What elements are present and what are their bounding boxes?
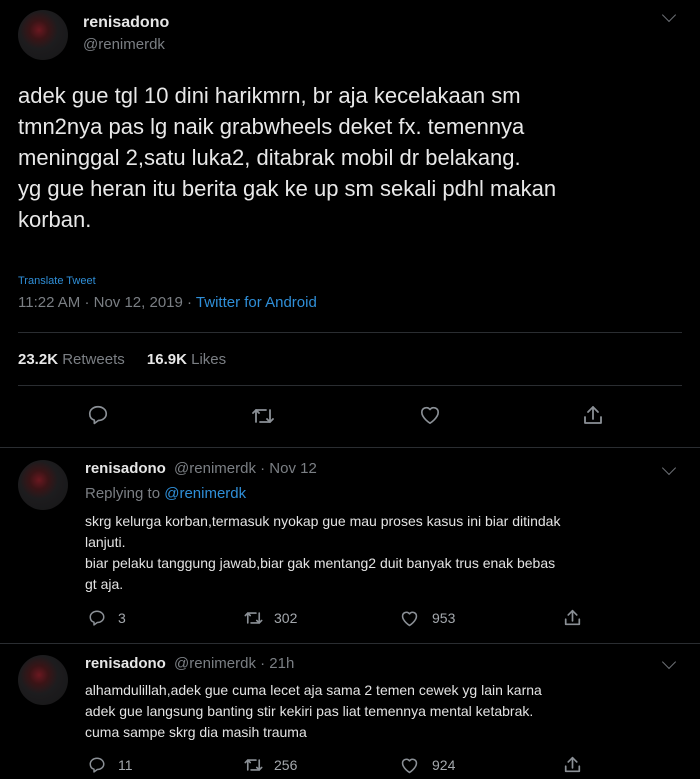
stats-row: 23.2K Retweets 16.9K Likes: [18, 351, 226, 368]
reply-text-line: lanjuti.: [85, 534, 126, 550]
reply-text-line: skrg kelurga korban,termasuk nyokap gue …: [85, 513, 561, 529]
reply-text-line: alhamdulillah,adek gue cuma lecet aja sa…: [85, 682, 542, 698]
likes-count: 16.9K: [146, 351, 187, 368]
reply-time[interactable]: · Nov 12: [260, 460, 317, 477]
retweets-count: 23.2K: [18, 351, 59, 368]
reply-header: renisadono @renimerdk · Nov 12: [85, 460, 317, 477]
reply-icon[interactable]: [88, 609, 106, 627]
reply-text: alhamdulillah,adek gue cuma lecet aja sa…: [85, 680, 685, 743]
reply-text-line: adek gue langsung banting stir kekiri pa…: [85, 703, 534, 719]
like-count: 953: [432, 610, 456, 626]
separator: ·: [187, 294, 193, 311]
reply-text: skrg kelurga korban,termasuk nyokap gue …: [85, 511, 685, 595]
like-count: 924: [432, 757, 456, 773]
chevron-down-icon[interactable]: [661, 654, 677, 670]
tweet-time[interactable]: 11:22 AM: [18, 294, 80, 311]
chevron-down-icon[interactable]: [661, 7, 677, 23]
divider: [0, 447, 700, 448]
replying-to-link[interactable]: @renimerdk: [164, 485, 246, 502]
author-name[interactable]: renisadono: [83, 14, 169, 32]
retweet-icon[interactable]: [243, 756, 264, 774]
reply-text-line: gt aja.: [85, 576, 124, 592]
reply-count: 3: [118, 610, 126, 626]
author-handle[interactable]: @renimerdk: [83, 36, 165, 53]
tweet-text-line: korban.: [18, 207, 92, 232]
chevron-down-icon[interactable]: [661, 460, 677, 476]
avatar[interactable]: [18, 655, 68, 705]
tweet-text-line: adek gue tgl 10 dini harikmrn, br aja ke…: [18, 83, 521, 108]
author-handle[interactable]: @renimerdk: [174, 655, 256, 672]
replying-to: Replying to @renimerdk: [85, 485, 246, 502]
likes-stat[interactable]: 16.9K Likes: [147, 351, 226, 368]
author-handle[interactable]: @renimerdk: [174, 460, 256, 477]
like-icon[interactable]: [400, 757, 419, 774]
share-icon[interactable]: [564, 608, 581, 627]
retweet-icon[interactable]: [251, 405, 275, 427]
retweet-count: 302: [274, 610, 298, 626]
reply-icon[interactable]: [88, 756, 106, 774]
reply-text-line: biar pelaku tanggung jawab,biar gak ment…: [85, 555, 556, 571]
replying-to-label: Replying to: [85, 485, 161, 502]
separator: ·: [84, 294, 90, 311]
tweet-text-line: meninggal 2,satu luka2, ditabrak mobil d…: [18, 145, 521, 170]
reply-icon[interactable]: [87, 404, 109, 426]
avatar[interactable]: [18, 10, 68, 60]
reply-header: renisadono @renimerdk · 21h: [85, 655, 294, 672]
retweet-icon[interactable]: [243, 609, 264, 627]
share-icon[interactable]: [564, 755, 581, 774]
avatar[interactable]: [18, 460, 68, 510]
tweet-source-link[interactable]: Twitter for Android: [196, 294, 317, 311]
author-name[interactable]: renisadono: [85, 460, 166, 477]
retweet-count: 256: [274, 757, 298, 773]
divider: [18, 385, 682, 386]
tweet-text-line: yg gue heran itu berita gak ke up sm sek…: [18, 176, 557, 201]
like-icon[interactable]: [419, 405, 441, 425]
tweet-date[interactable]: Nov 12, 2019: [94, 294, 183, 311]
author-name[interactable]: renisadono: [85, 655, 166, 672]
share-icon[interactable]: [583, 404, 603, 426]
tweet-text: adek gue tgl 10 dini harikmrn, br aja ke…: [18, 80, 678, 235]
retweets-stat[interactable]: 23.2K Retweets: [18, 351, 129, 368]
like-icon[interactable]: [400, 610, 419, 627]
divider: [0, 643, 700, 644]
retweets-label: Retweets: [62, 351, 125, 368]
translate-tweet-link[interactable]: Translate Tweet: [18, 275, 96, 287]
likes-label: Likes: [191, 351, 227, 368]
tweet-text-line: tmn2nya pas lg naik grabwheels deket fx.…: [18, 114, 525, 139]
tweet-timestamp-row: 11:22 AM · Nov 12, 2019 · Twitter for An…: [18, 294, 317, 311]
divider: [18, 332, 682, 333]
reply-text-line: cuma sampe skrg dia masih trauma: [85, 724, 307, 740]
reply-time[interactable]: · 21h: [260, 655, 294, 672]
reply-count: 11: [118, 757, 133, 773]
